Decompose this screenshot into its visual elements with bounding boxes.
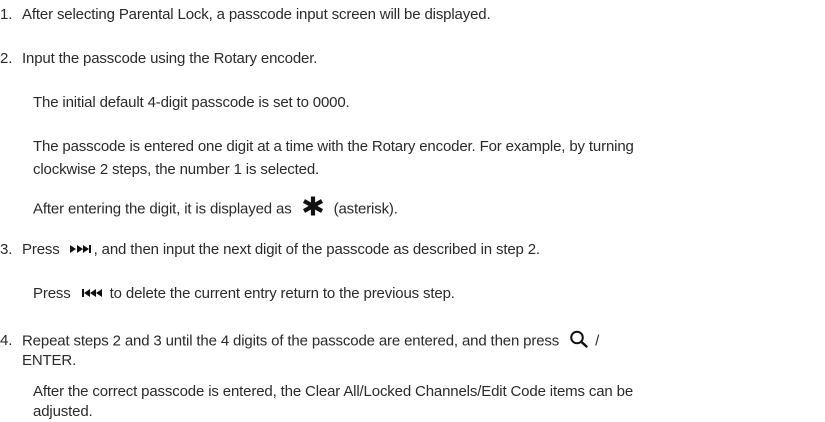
step-2-number: 2. [0, 50, 13, 67]
step-4-text-line1: Repeat steps 2 and 3 until the 4 digits … [22, 332, 560, 350]
step-2-asterisk-note: After entering the digit, it is displaye… [33, 196, 398, 223]
step-4-line1: 4. Repeat steps 2 and 3 until the 4 digit… [0, 330, 825, 353]
asterisk-icon [302, 196, 324, 223]
step-3-note-before: Press [33, 285, 71, 302]
step-3-text-after: , and then input the next digit of the p… [93, 241, 540, 258]
step-2-entry-note-line1: The passcode is entered one digit at a t… [33, 138, 634, 155]
step-3-note: Press to delete the current entry return… [33, 285, 455, 303]
step-1: 1. After selecting Parental Lock, a passc… [0, 6, 491, 24]
step-3-number: 3. [0, 241, 13, 258]
search-icon [569, 330, 589, 353]
step-2: 2. Input the passcode using the Rotary en… [0, 50, 317, 68]
step-1-text: After selecting Parental Lock, a passcod… [22, 6, 491, 23]
step-4-number: 4. [0, 332, 13, 350]
step-4-note-line1: After the correct passcode is entered, t… [33, 383, 634, 400]
step-1-number: 1. [0, 6, 13, 23]
step-3-text-before: Press [22, 241, 60, 258]
step-4-text-line2: ENTER. [22, 352, 77, 369]
step-2-entry-note-line2: clockwise 2 steps, the number 1 is selec… [33, 161, 320, 178]
step-4-text-line1-end: / [595, 332, 600, 350]
skip-forward-icon [69, 241, 92, 259]
asterisk-note-after: (asterisk). [333, 200, 398, 218]
step-4-note-line2: adjusted. [33, 403, 93, 420]
step-2-default-code-note: The initial default 4-digit passcode is … [33, 94, 350, 111]
step-3: 3. Press , and then input the next digit … [0, 241, 540, 259]
skip-back-icon [81, 285, 103, 303]
asterisk-note-before: After entering the digit, it is displaye… [33, 200, 292, 218]
step-2-text: Input the passcode using the Rotary enco… [22, 50, 318, 67]
step-3-note-after: to delete the current entry return to th… [109, 285, 455, 302]
